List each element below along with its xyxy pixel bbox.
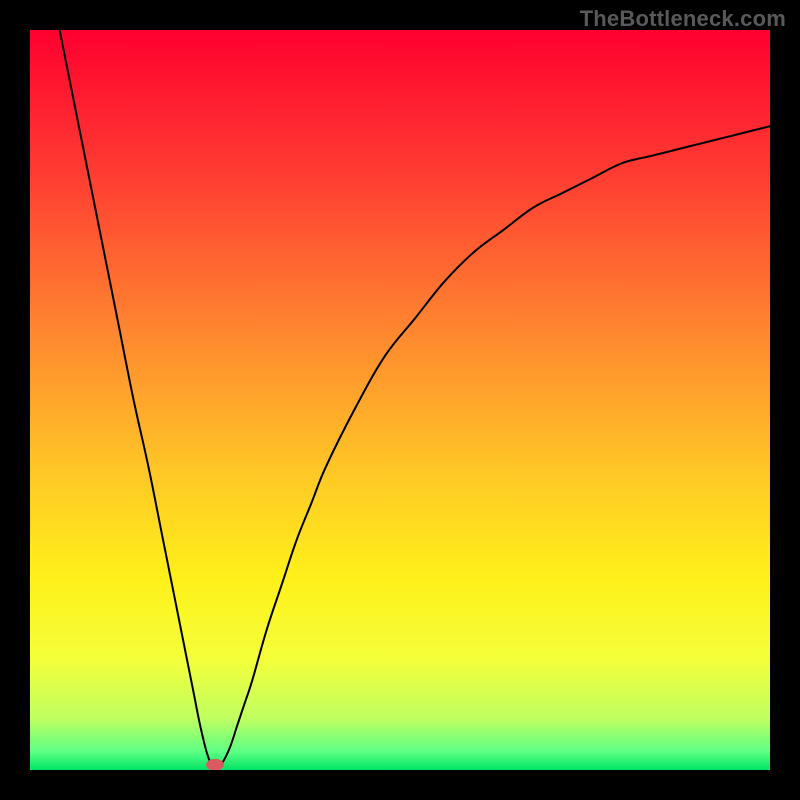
chart-background [30, 30, 770, 770]
watermark-text: TheBottleneck.com [580, 6, 786, 32]
plot-area [30, 30, 770, 770]
chart-svg [30, 30, 770, 770]
chart-frame: TheBottleneck.com [0, 0, 800, 800]
